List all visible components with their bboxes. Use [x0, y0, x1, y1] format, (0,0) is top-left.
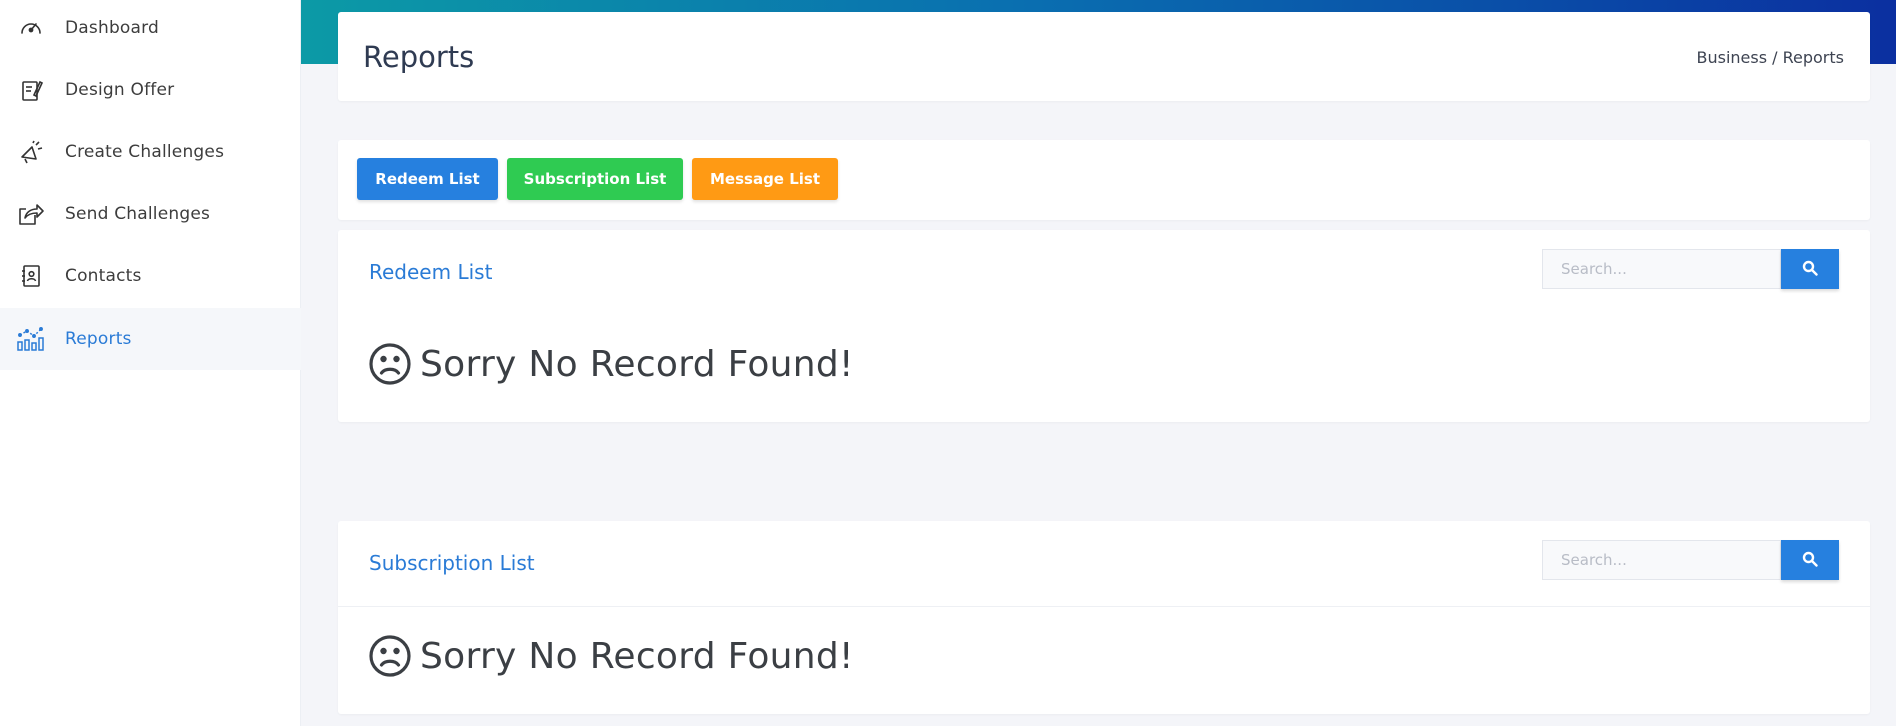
sidebar-item-contacts[interactable]: Contacts — [0, 245, 301, 307]
sidebar-item-dashboard[interactable]: Dashboard — [0, 0, 301, 59]
subscription-list-card: Subscription List Search... Sorry No Rec… — [338, 521, 1870, 714]
search-input[interactable] — [1542, 540, 1781, 580]
search-input[interactable] — [1542, 249, 1781, 289]
app-root: Dashboard Design Offer Create Challenges… — [0, 0, 1896, 726]
bar-chart-icon — [16, 324, 46, 354]
sidebar-item-design-offer[interactable]: Design Offer — [0, 59, 301, 121]
sidebar-item-label: Design Offer — [65, 80, 175, 100]
empty-state: Sorry No Record Found! — [368, 342, 854, 386]
empty-state: Sorry No Record Found! — [368, 634, 854, 678]
list-tabs-bar: Redeem List Subscription List Message Li… — [338, 140, 1870, 220]
redeem-list-card: Redeem List Sorr — [338, 230, 1870, 422]
section-title: Subscription List — [369, 551, 535, 575]
sidebar-item-label: Dashboard — [65, 18, 160, 38]
sad-face-icon — [368, 342, 412, 386]
divider — [338, 606, 1870, 607]
redeem-list-button[interactable]: Redeem List — [357, 158, 498, 200]
empty-message: Sorry No Record Found! — [420, 635, 854, 677]
search-box — [1542, 540, 1839, 580]
sidebar-item-reports[interactable]: Reports — [0, 308, 301, 370]
design-offer-icon — [16, 75, 46, 105]
sidebar: Dashboard Design Offer Create Challenges… — [0, 0, 301, 726]
search-button[interactable] — [1781, 249, 1839, 289]
message-list-button[interactable]: Message List — [692, 158, 838, 200]
search-button[interactable] — [1781, 540, 1839, 580]
sidebar-item-label: Send Challenges — [65, 204, 211, 224]
share-icon — [16, 199, 46, 229]
subscription-list-button[interactable]: Subscription List — [507, 158, 683, 200]
sidebar-item-label: Contacts — [65, 266, 142, 286]
contact-book-icon — [16, 261, 46, 291]
section-title: Redeem List — [369, 260, 493, 284]
search-icon — [1802, 260, 1818, 279]
empty-message: Sorry No Record Found! — [420, 343, 854, 385]
page-header: Reports Business / Reports — [338, 12, 1870, 101]
megaphone-icon — [16, 137, 46, 167]
sidebar-item-label: Create Challenges — [65, 142, 225, 162]
page-title: Reports — [363, 40, 475, 74]
sidebar-item-send-challenges[interactable]: Send Challenges — [0, 183, 301, 245]
breadcrumb: Business / Reports — [1696, 48, 1845, 67]
sad-face-icon — [368, 634, 412, 678]
search-icon — [1802, 551, 1818, 570]
sidebar-item-create-challenges[interactable]: Create Challenges — [0, 121, 301, 183]
search-box — [1542, 249, 1839, 289]
sidebar-item-label: Reports — [65, 329, 132, 349]
speedometer-icon — [16, 13, 46, 43]
